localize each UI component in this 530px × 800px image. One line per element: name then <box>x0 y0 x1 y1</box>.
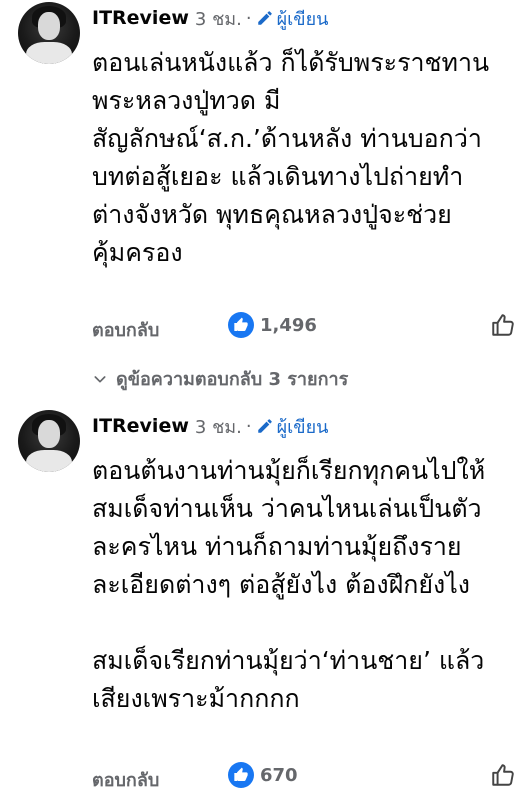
author-name[interactable]: ITReview <box>92 415 189 437</box>
chevron-down-icon <box>94 375 106 382</box>
timestamp: 3 ชม. <box>194 8 242 30</box>
view-replies-link[interactable]: ดูข้อความตอบกลับ 3 รายการ <box>92 364 348 393</box>
author-name[interactable]: ITReview <box>92 7 189 29</box>
comment-header: ITReview 3 ชม. · ผู้เขียน <box>92 6 328 30</box>
like-icon <box>228 762 254 788</box>
like-icon <box>228 312 254 338</box>
reaction-summary[interactable]: 670 <box>228 762 298 788</box>
comment-1: ITReview 3 ชม. · ผู้เขียน ตอนเล่นหนังแล้… <box>0 0 530 360</box>
reply-button[interactable]: ตอบกลับ <box>92 315 159 344</box>
reaction-summary[interactable]: 1,496 <box>228 312 317 338</box>
badge-label: ผู้เขียน <box>276 8 329 30</box>
comment-2: ITReview 3 ชม. · ผู้เขียน ตอนต้นงานท่านม… <box>0 408 530 800</box>
reply-button[interactable]: ตอบกลับ <box>92 765 159 794</box>
timestamp: 3 ชม. <box>194 416 242 438</box>
comment-text: ตอนต้นงานท่านมุ้ยก็เรียกทุกคนไปให้ สมเด็… <box>92 456 486 713</box>
author-badge: ผู้เขียน <box>256 4 329 33</box>
comment-header: ITReview 3 ชม. · ผู้เขียน <box>92 414 328 438</box>
reaction-count: 1,496 <box>260 314 317 336</box>
comment-text: ตอนเล่นหนังแล้ว ก็ได้รับพระราชทาน พระหลว… <box>92 48 490 267</box>
thumbs-up-outline-icon[interactable] <box>490 312 516 342</box>
view-replies-label: ดูข้อความตอบกลับ 3 รายการ <box>116 369 349 390</box>
avatar[interactable] <box>18 410 80 472</box>
comment-actions: ตอบกลับ 670 <box>92 762 530 792</box>
comment-actions: ตอบกลับ 1,496 <box>92 312 530 342</box>
pencil-icon <box>257 419 272 433</box>
avatar[interactable] <box>18 2 80 64</box>
pencil-icon <box>257 11 272 25</box>
badge-label: ผู้เขียน <box>276 416 329 438</box>
reaction-count: 670 <box>260 764 298 786</box>
thumbs-up-outline-icon[interactable] <box>490 762 516 792</box>
separator: · <box>245 7 252 29</box>
separator: · <box>245 415 252 437</box>
author-badge: ผู้เขียน <box>256 412 329 441</box>
